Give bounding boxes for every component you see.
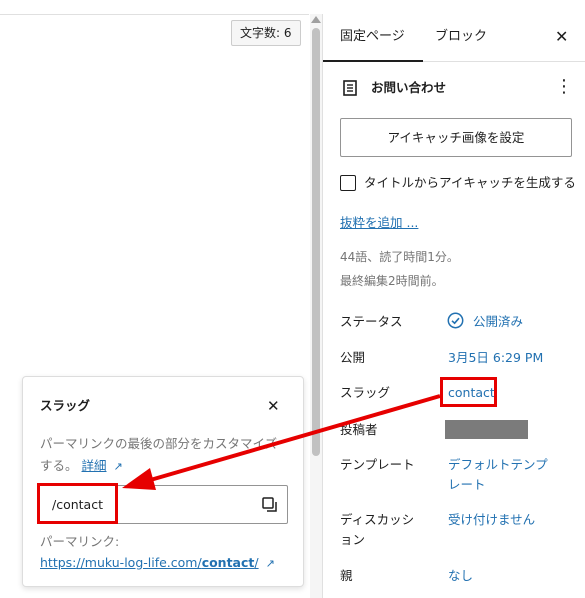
template-value-line2[interactable]: レート (448, 475, 486, 495)
slug-label: スラッグ (340, 385, 391, 400)
parent-label: 親 (340, 568, 353, 583)
generate-featured-image-checkbox[interactable] (340, 175, 356, 191)
scrollbar-thumb[interactable] (312, 28, 320, 456)
parent-value[interactable]: なし (448, 566, 473, 586)
discussion-value[interactable]: 受け付けません (448, 510, 535, 530)
reading-time-text: 44語、読了時間1分。 (340, 250, 459, 264)
slug-description-line2: する。 詳細 ↗ (40, 457, 123, 476)
discussion-label-line1: ディスカッシ (340, 512, 415, 527)
discussion-label-line2: ョン (340, 532, 366, 547)
add-excerpt-link[interactable]: 抜粋を追加 ... (340, 214, 418, 231)
permalink-external-icon: ↗ (265, 557, 275, 570)
publish-label: 公開 (340, 350, 366, 365)
permalink-link[interactable]: https://muku-log-life.com/contact/ (40, 555, 259, 570)
status-label: ステータス (340, 314, 403, 329)
permalink-suffix: / (254, 555, 259, 570)
scroll-up-icon[interactable] (311, 16, 321, 23)
annotation-box-popover-slug (37, 483, 118, 524)
last-edited-text: 最終編集2時間前。 (340, 274, 444, 288)
external-link-icon: ↗ (113, 460, 123, 473)
details-link[interactable]: 詳細 (82, 458, 107, 473)
slug-popover: スラッグ ✕ パーマリンクの最後の部分をカスタマイズ する。 詳細 ↗ /con… (22, 376, 304, 587)
tab-block[interactable]: ブロック (435, 14, 487, 62)
author-value-redacted[interactable] (445, 420, 528, 439)
permalink-label: パーマリンク: (40, 534, 120, 549)
permalink-base: https://muku-log-life.com/ (40, 555, 202, 570)
close-popover-icon[interactable]: ✕ (267, 396, 280, 416)
author-label: 投稿者 (340, 422, 378, 437)
template-value-line1[interactable]: デフォルトテンプ (448, 455, 548, 475)
annotation-box-sidebar-slug (440, 377, 497, 407)
permalink-line: https://muku-log-life.com/contact/ ↗ (40, 554, 275, 573)
active-tab-indicator (323, 60, 423, 62)
slug-description-prefix: する。 (40, 458, 78, 473)
slug-popover-title: スラッグ (40, 398, 91, 413)
generate-featured-image-label[interactable]: タイトルからアイキャッチを生成する (364, 175, 576, 191)
more-options-icon[interactable]: ⋮ (555, 76, 573, 98)
slug-description-line1: パーマリンクの最後の部分をカスタマイズ (40, 436, 278, 451)
close-sidebar-icon[interactable]: ✕ (555, 26, 568, 48)
sidebar-tabs: 固定ページ ブロック ✕ (323, 14, 585, 62)
check-circle-icon (447, 312, 464, 329)
settings-sidebar: 固定ページ ブロック ✕ お問い合わせ ⋮ アイキャッチ画像を設定 タイトルから… (322, 14, 585, 598)
set-featured-image-button[interactable]: アイキャッチ画像を設定 (340, 118, 572, 157)
copy-icon[interactable] (261, 496, 279, 514)
template-label: テンプレート (340, 457, 415, 472)
tab-page[interactable]: 固定ページ (340, 14, 405, 62)
status-value[interactable]: 公開済み (473, 312, 523, 332)
top-divider (0, 14, 309, 15)
permalink-slug: contact (201, 555, 255, 570)
page-icon (343, 80, 357, 96)
page-title: お問い合わせ (371, 80, 447, 95)
publish-date-value[interactable]: 3月5日 6:29 PM (448, 348, 543, 368)
word-count-badge: 文字数: 6 (231, 20, 301, 46)
